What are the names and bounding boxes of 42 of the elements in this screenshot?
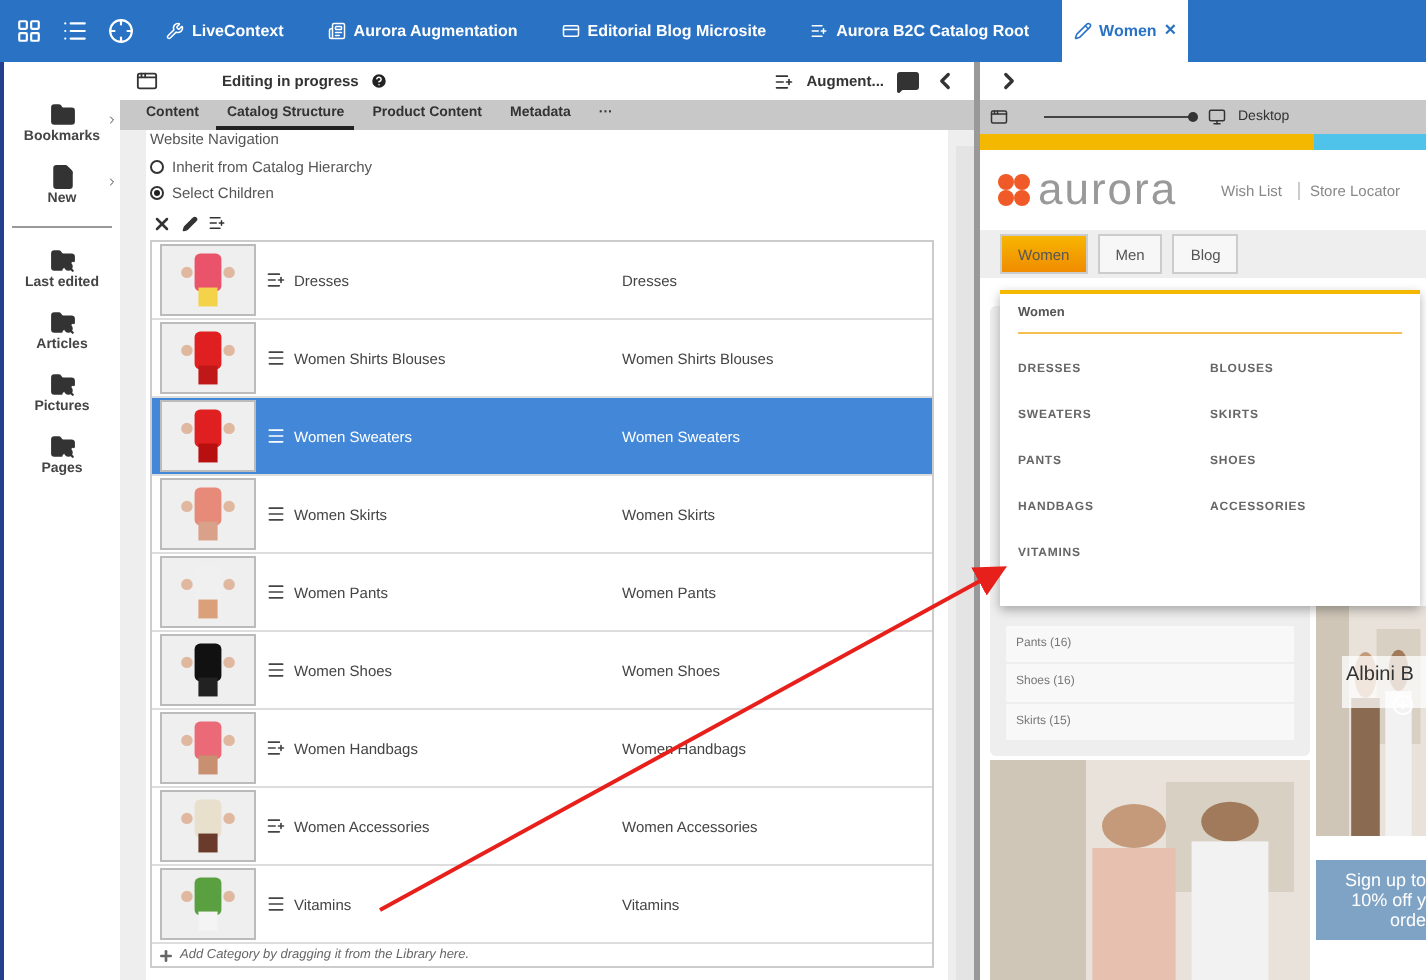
workspace-tab[interactable]: Women × <box>1061 0 1189 62</box>
list-icon <box>266 426 286 446</box>
library-icon[interactable] <box>62 18 88 44</box>
workspace-tab[interactable]: Editorial Blog Microsite <box>549 0 779 62</box>
file-plus-icon <box>49 164 75 190</box>
scrollbar[interactable] <box>956 146 974 980</box>
list-icon <box>266 660 286 680</box>
view-switch-icon[interactable] <box>136 70 158 92</box>
folder-search-icon <box>49 310 75 336</box>
folder-search-icon <box>49 372 75 398</box>
list-icon <box>266 348 286 368</box>
monitor-icon[interactable] <box>1208 108 1226 126</box>
teaser-title: Albini B <box>1342 656 1426 708</box>
workspace-tab[interactable]: Aurora Augmentation <box>315 0 530 62</box>
remove-icon[interactable] <box>152 213 172 233</box>
help-icon[interactable] <box>370 72 389 90</box>
workspace-tab[interactable]: Aurora B2C Catalog Root <box>798 0 1042 62</box>
add-icon <box>158 947 174 963</box>
radio-button[interactable] <box>150 186 164 200</box>
target-icon[interactable] <box>108 18 134 44</box>
folder-search-icon <box>49 434 75 460</box>
folder-search-icon <box>49 248 75 274</box>
window-icon[interactable] <box>990 108 1008 126</box>
app-grid-icon[interactable] <box>16 18 42 44</box>
logo-icon <box>996 172 1032 208</box>
pencil-icon <box>1073 22 1092 40</box>
list-add-icon[interactable] <box>208 214 226 232</box>
workspace-tab[interactable]: LiveContext <box>154 0 296 62</box>
edit-icon[interactable] <box>182 215 198 231</box>
list-icon <box>266 504 286 524</box>
close-button[interactable]: × <box>1164 20 1177 42</box>
augmented-list-icon <box>266 738 286 758</box>
augmented-list-icon <box>266 270 286 290</box>
list-icon <box>774 71 795 91</box>
list-icon <box>266 894 286 914</box>
submenu-icon <box>106 176 118 188</box>
submenu-icon <box>106 114 118 126</box>
augmented-list-icon <box>266 816 286 836</box>
store-logo: aurora <box>1038 164 1178 216</box>
list-icon <box>266 582 286 602</box>
radio-button[interactable] <box>150 160 164 174</box>
folder-icon <box>49 102 75 128</box>
